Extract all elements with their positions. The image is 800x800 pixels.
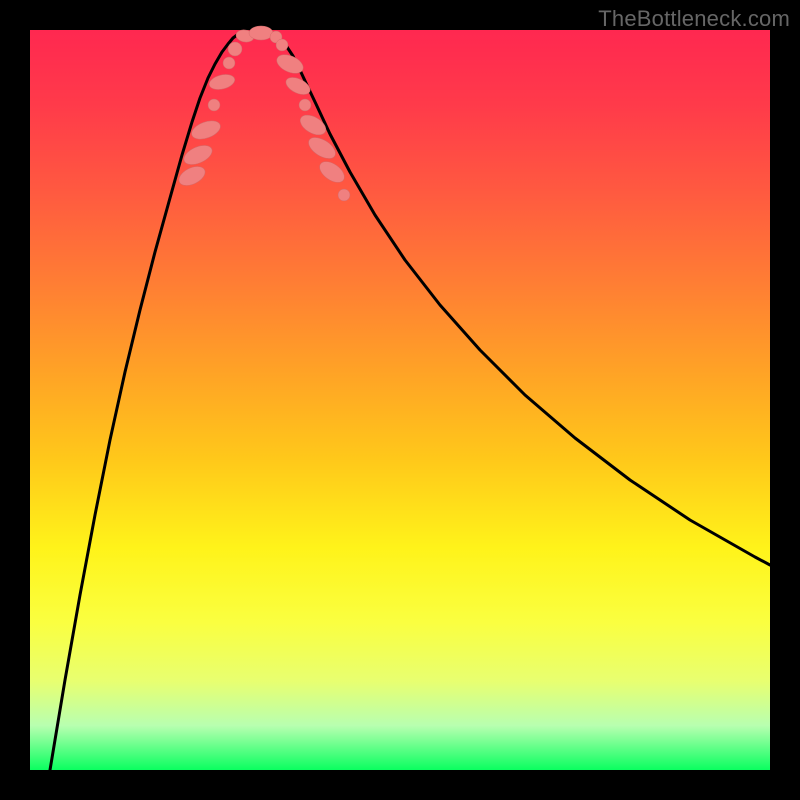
data-marker [228,42,242,56]
data-marker [189,117,223,142]
data-marker [208,72,237,92]
marker-group [176,26,350,201]
chart-frame [30,30,770,770]
data-marker [297,111,329,139]
data-marker [299,99,311,111]
data-marker [338,189,350,201]
data-marker [176,163,208,190]
chart-svg [30,30,770,770]
data-marker [283,74,313,98]
watermark-text: TheBottleneck.com [598,6,790,32]
data-marker [208,99,220,111]
data-marker [249,26,273,40]
data-marker [276,39,288,51]
bottleneck-curve [50,32,770,770]
data-marker [305,133,339,162]
curve-group [50,32,770,770]
data-marker [223,57,235,69]
